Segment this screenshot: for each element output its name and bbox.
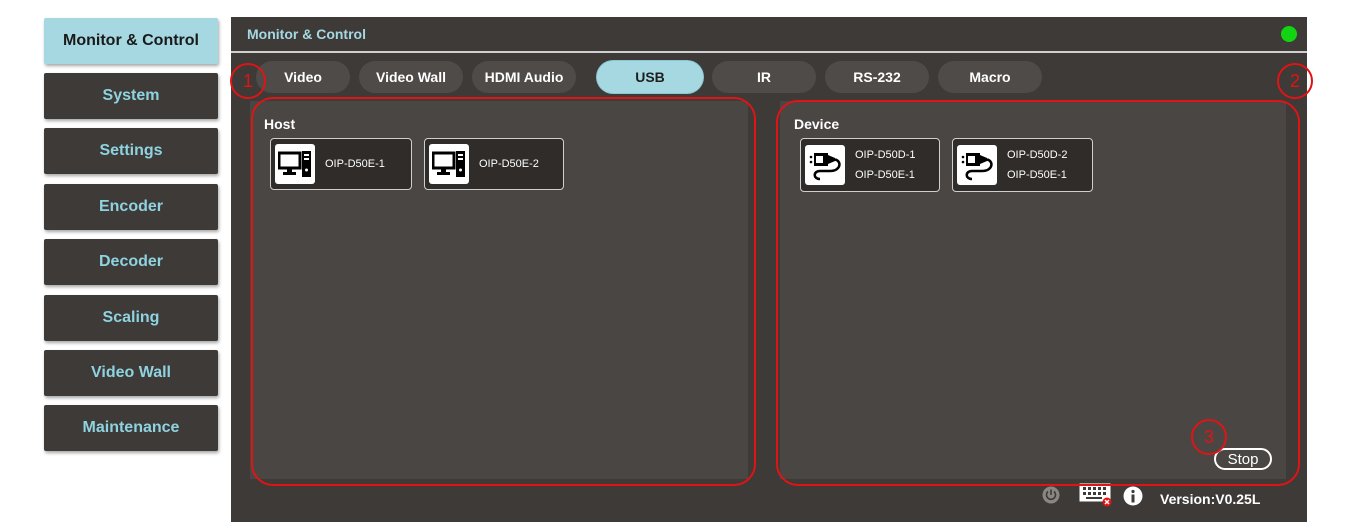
sidebar-item-label: Video Wall xyxy=(90,364,171,381)
status-indicator xyxy=(1281,26,1297,42)
sidebar-item-encoder[interactable]: Encoder xyxy=(44,184,218,230)
tab-label: Video xyxy=(284,69,322,85)
sidebar-item-label: Scaling xyxy=(102,309,160,326)
sidebar-item-video-wall[interactable]: Video Wall xyxy=(44,350,218,396)
sidebar-item-label: Maintenance xyxy=(82,419,180,436)
sidebar-item-settings[interactable]: Settings xyxy=(44,128,218,174)
sidebar-item-decoder[interactable]: Decoder xyxy=(44,239,218,285)
power-icon[interactable] xyxy=(1042,486,1060,509)
sidebar-item-label: Decoder xyxy=(98,253,164,270)
sidebar-item-maintenance[interactable]: Maintenance xyxy=(44,405,218,451)
annotation-marker: 3 xyxy=(1191,419,1227,455)
sidebar-item-label: Encoder xyxy=(98,198,163,215)
tab-label: IR xyxy=(757,69,771,85)
tab-ir[interactable]: IR xyxy=(712,61,816,93)
tab-rs232[interactable]: RS-232 xyxy=(825,61,929,93)
tab-label: RS-232 xyxy=(853,69,901,85)
annotation-marker: 1 xyxy=(230,63,266,99)
tab-label: HDMI Audio xyxy=(484,69,564,85)
info-icon[interactable] xyxy=(1123,486,1143,511)
tab-video-wall[interactable]: Video Wall xyxy=(359,61,463,93)
tab-label: Macro xyxy=(969,69,1011,85)
tab-video[interactable]: Video xyxy=(256,61,350,93)
divider xyxy=(231,51,1307,53)
tab-usb[interactable]: USB xyxy=(597,61,703,93)
tab-label: USB xyxy=(635,69,665,85)
tab-macro[interactable]: Macro xyxy=(938,61,1042,93)
version-label: Version:V0.25L xyxy=(1160,491,1261,507)
sidebar-item-monitor-control[interactable]: Monitor & Control xyxy=(44,18,218,64)
sidebar-item-system[interactable]: System xyxy=(44,73,218,119)
sidebar-item-label: Settings xyxy=(99,142,163,159)
page-title: Monitor & Control xyxy=(247,26,366,42)
annotation-box-host xyxy=(251,97,756,486)
keyboard-icon[interactable] xyxy=(1079,483,1113,512)
tab-hdmi-audio[interactable]: HDMI Audio xyxy=(472,61,576,93)
sidebar-item-label: System xyxy=(102,87,160,104)
sidebar-item-label: Monitor & Control xyxy=(63,32,199,49)
sidebar-item-scaling[interactable]: Scaling xyxy=(44,295,218,341)
tab-label: Video Wall xyxy=(375,69,446,85)
annotation-marker: 2 xyxy=(1277,63,1313,99)
